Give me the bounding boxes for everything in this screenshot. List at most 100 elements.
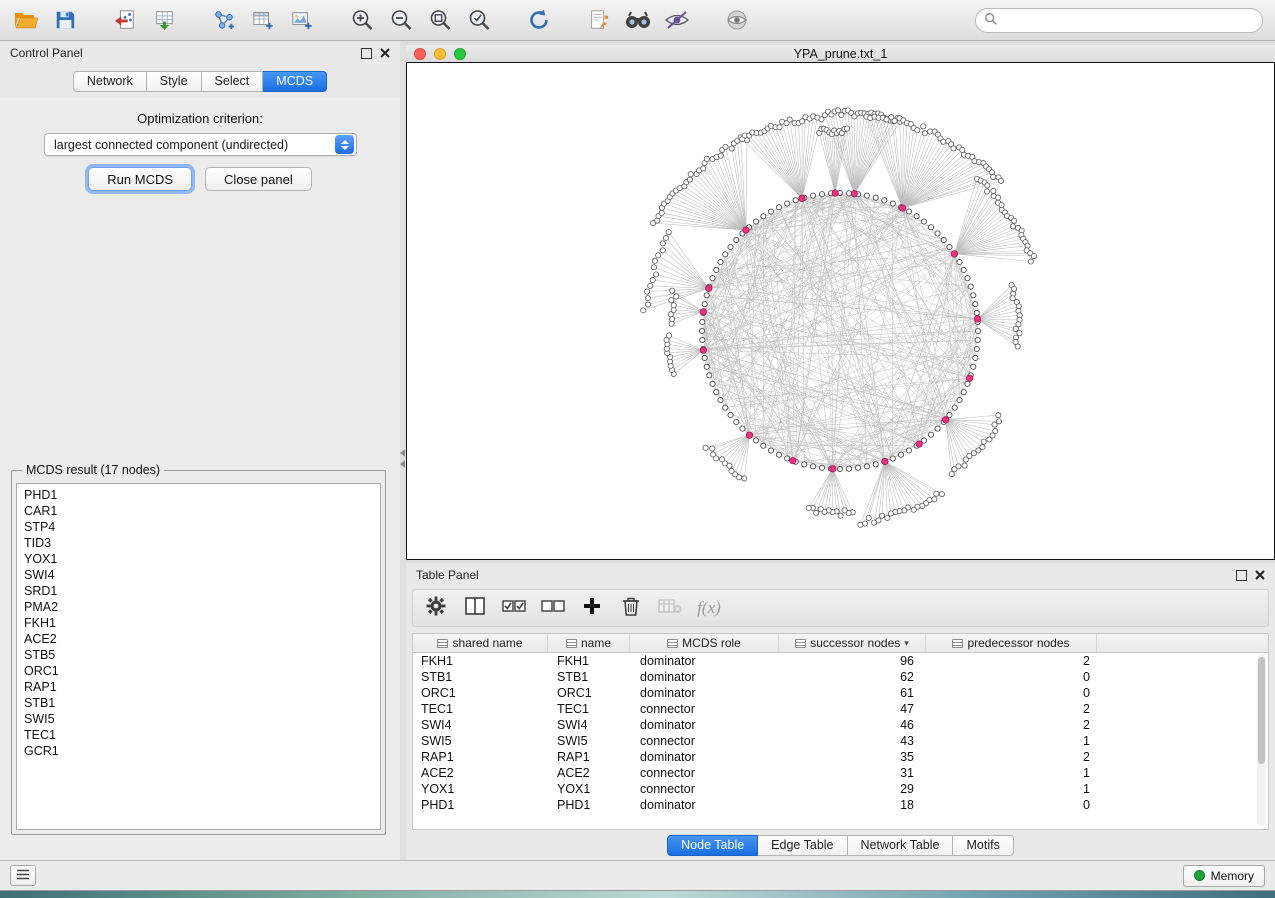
tab-edge-table[interactable]: Edge Table xyxy=(758,835,847,856)
minimize-window-icon[interactable] xyxy=(434,48,446,60)
mcds-node-item[interactable]: STP4 xyxy=(17,519,380,535)
table-row[interactable]: RAP1RAP1dominator352 xyxy=(413,749,1268,765)
deselect-all-button[interactable] xyxy=(540,595,566,621)
select-all-button[interactable] xyxy=(501,595,527,621)
table-cell: TEC1 xyxy=(413,702,548,716)
mcds-node-item[interactable]: YOX1 xyxy=(17,551,380,567)
close-panel-icon[interactable] xyxy=(379,48,390,59)
mcds-node-item[interactable]: CAR1 xyxy=(17,503,380,519)
table-cell: YOX1 xyxy=(548,782,630,796)
mcds-node-item[interactable]: FKH1 xyxy=(17,615,380,631)
table-row[interactable]: FKH1FKH1dominator962 xyxy=(413,653,1268,669)
network-graph[interactable] xyxy=(407,63,1274,558)
run-mcds-button[interactable]: Run MCDS xyxy=(88,167,192,191)
delete-table-icon xyxy=(658,598,682,619)
table-row[interactable]: TEC1TEC1connector472 xyxy=(413,701,1268,717)
network-window-titlebar[interactable]: YPA_prune.txt_1 xyxy=(406,45,1275,62)
apply-layout-button[interactable] xyxy=(523,5,555,35)
mcds-node-item[interactable]: TEC1 xyxy=(17,727,380,743)
zoom-selected-button[interactable] xyxy=(463,5,495,35)
mcds-node-item[interactable]: SWI4 xyxy=(17,567,380,583)
float-panel-icon[interactable] xyxy=(361,48,372,59)
table-scrollbar[interactable] xyxy=(1257,654,1266,826)
column-header-mcds-role[interactable]: MCDS role xyxy=(630,634,779,652)
search-input[interactable] xyxy=(1003,14,1254,28)
import-network-from-file-button[interactable] xyxy=(109,5,141,35)
close-table-panel-icon[interactable] xyxy=(1254,570,1265,581)
table-row[interactable]: SWI4SWI4dominator462 xyxy=(413,717,1268,733)
table-cell: dominator xyxy=(630,686,779,700)
mcds-result-list[interactable]: PHD1CAR1STP4TID3YOX1SWI4SRD1PMA2FKH1ACE2… xyxy=(16,483,381,830)
mcds-node-item[interactable]: ORC1 xyxy=(17,663,380,679)
image-icon xyxy=(290,9,314,31)
zoom-in-button[interactable] xyxy=(346,5,378,35)
task-history-button[interactable] xyxy=(10,865,36,886)
delete-table-button[interactable] xyxy=(657,595,683,621)
mcds-node-item[interactable]: SRD1 xyxy=(17,583,380,599)
mcds-node-item[interactable]: STB5 xyxy=(17,647,380,663)
table-cell: SWI5 xyxy=(413,734,548,748)
mcds-node-item[interactable]: PHD1 xyxy=(17,487,380,503)
table-cell: 43 xyxy=(779,734,926,748)
show-columns-button[interactable] xyxy=(462,595,488,621)
network-canvas[interactable] xyxy=(406,62,1275,560)
column-header-name[interactable]: name xyxy=(548,634,630,652)
table-cell: dominator xyxy=(630,750,779,764)
new-network-button[interactable] xyxy=(208,5,240,35)
tab-select[interactable]: Select xyxy=(202,71,264,92)
mcds-node-item[interactable]: STB1 xyxy=(17,695,380,711)
add-column-button[interactable] xyxy=(579,595,605,621)
table-row[interactable]: ORC1ORC1dominator610 xyxy=(413,685,1268,701)
open-session-button[interactable] xyxy=(10,5,42,35)
search-network-button[interactable] xyxy=(622,5,654,35)
zoom-out-button[interactable] xyxy=(385,5,417,35)
close-panel-button[interactable]: Close panel xyxy=(205,167,312,191)
tab-network-table[interactable]: Network Table xyxy=(848,835,954,856)
mcds-node-item[interactable]: TID3 xyxy=(17,535,380,551)
mcds-node-item[interactable]: SWI5 xyxy=(17,711,380,727)
export-image-button[interactable] xyxy=(286,5,318,35)
table-row[interactable]: ACE2ACE2connector311 xyxy=(413,765,1268,781)
table-cell: FKH1 xyxy=(548,654,630,668)
hide-details-button[interactable] xyxy=(661,5,693,35)
float-table-panel-icon[interactable] xyxy=(1236,570,1247,581)
table-row[interactable]: PHD1PHD1dominator180 xyxy=(413,797,1268,813)
mcds-node-item[interactable]: ACE2 xyxy=(17,631,380,647)
mcds-node-item[interactable]: GCR1 xyxy=(17,743,380,759)
splitter-collapse-icon[interactable] xyxy=(400,449,405,468)
column-header-successor-nodes[interactable]: successor nodes▾ xyxy=(779,634,926,652)
close-window-icon[interactable] xyxy=(414,48,426,60)
tab-style[interactable]: Style xyxy=(147,71,202,92)
show-details-button[interactable] xyxy=(721,5,753,35)
tab-mcds[interactable]: MCDS xyxy=(263,71,327,92)
new-table-button[interactable] xyxy=(247,5,279,35)
toolbar-search[interactable] xyxy=(975,8,1263,33)
eye-slash-icon xyxy=(664,9,690,31)
delete-column-button[interactable] xyxy=(618,595,644,621)
zoom-fit-button[interactable] xyxy=(424,5,456,35)
mcds-node-item[interactable]: RAP1 xyxy=(17,679,380,695)
table-cell: connector xyxy=(630,782,779,796)
table-toolbar: f(x) xyxy=(412,589,1269,627)
column-header-predecessor-nodes[interactable]: predecessor nodes xyxy=(926,634,1097,652)
column-header-shared-name[interactable]: shared name xyxy=(413,634,548,652)
maximize-window-icon[interactable] xyxy=(454,48,466,60)
table-row[interactable]: STB1STB1dominator620 xyxy=(413,669,1268,685)
table-row[interactable]: YOX1YOX1connector291 xyxy=(413,781,1268,797)
memory-button[interactable]: Memory xyxy=(1183,865,1265,887)
save-session-button[interactable] xyxy=(49,5,81,35)
criterion-dropdown[interactable]: largest connected component (undirected) xyxy=(44,133,357,156)
table-settings-button[interactable] xyxy=(423,595,449,621)
import-table-from-file-button[interactable] xyxy=(148,5,180,35)
tab-network[interactable]: Network xyxy=(73,71,147,92)
tab-motifs[interactable]: Motifs xyxy=(953,835,1013,856)
mcds-node-item[interactable]: PMA2 xyxy=(17,599,380,615)
table-row[interactable]: SWI5SWI5connector431 xyxy=(413,733,1268,749)
tab-node-table[interactable]: Node Table xyxy=(667,835,758,856)
function-builder-button[interactable]: f(x) xyxy=(696,595,722,621)
scrollbar-thumb[interactable] xyxy=(1258,657,1265,764)
table-cell: 0 xyxy=(926,686,1097,700)
open-folder-icon xyxy=(14,9,38,31)
export-document-button[interactable] xyxy=(583,5,615,35)
criterion-value: largest connected component (undirected) xyxy=(54,138,288,152)
